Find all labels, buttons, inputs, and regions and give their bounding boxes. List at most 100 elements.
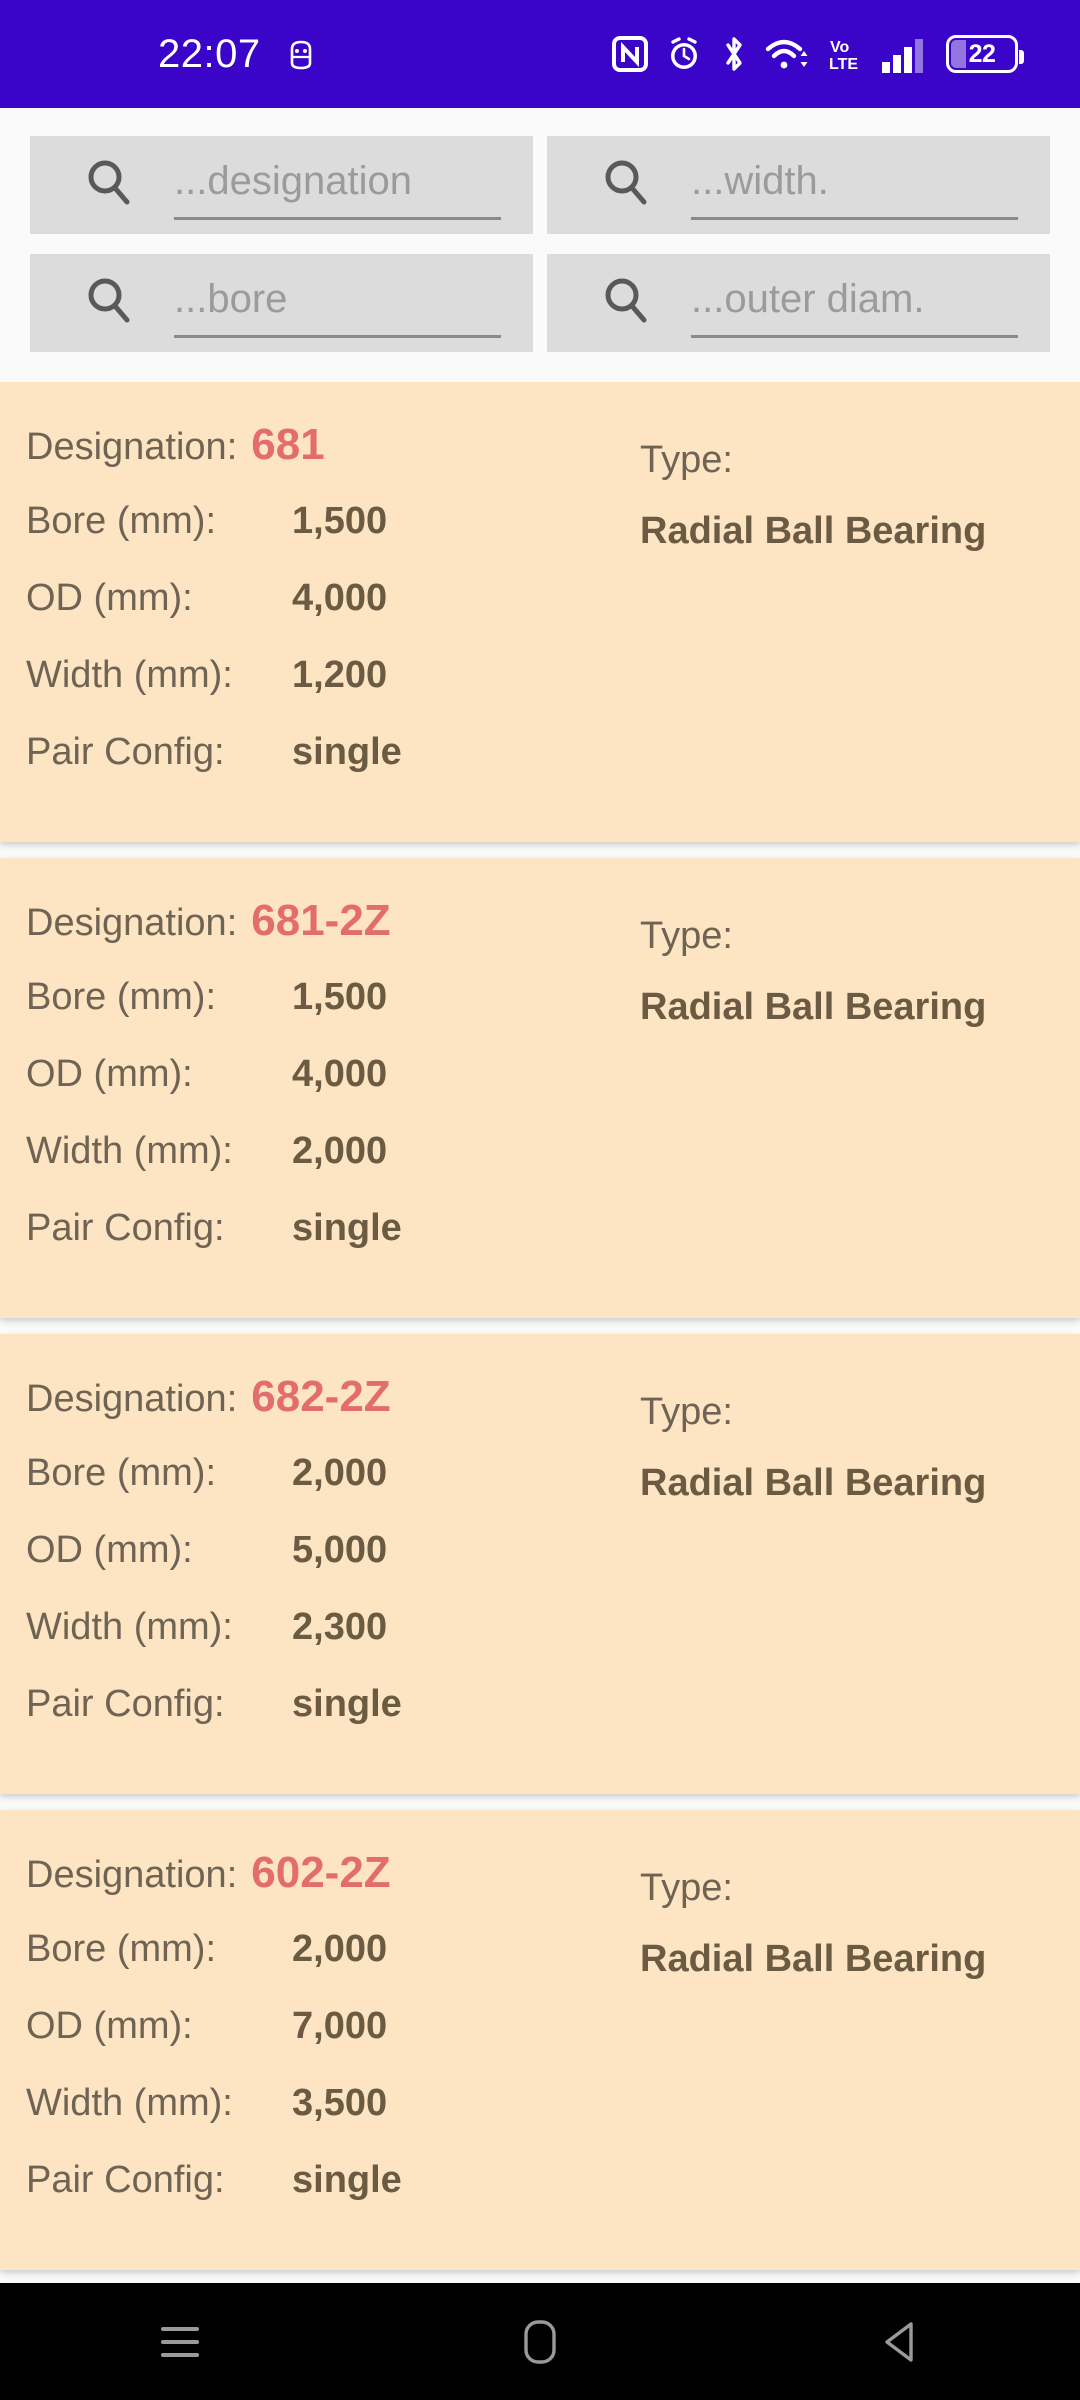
value-pair-config: single: [292, 1207, 402, 1249]
wifi-icon: [765, 35, 811, 73]
status-bar: 22:07 Vo LTE 22: [0, 0, 1080, 108]
search-field-outer-diam[interactable]: ...outer diam.: [547, 254, 1050, 352]
nfc-icon: [612, 36, 648, 72]
search-panel: ...designation ...width. ...bore ...oute…: [0, 108, 1080, 370]
volte-icon: Vo LTE: [828, 35, 864, 73]
label-pair-config: Pair Config:: [26, 2159, 225, 2201]
value-width: 2,300: [292, 1606, 388, 1648]
value-pair-config: single: [292, 2159, 402, 2201]
value-width: 2,000: [292, 1130, 388, 1172]
label-od: OD (mm):: [26, 577, 193, 619]
bearing-card-right: Type: Radial Ball Bearing: [620, 420, 1080, 808]
value-bore: 1,500: [292, 500, 388, 542]
value-bore: 2,000: [292, 1928, 388, 1970]
row-pair-config: Pair Config: single: [26, 1207, 620, 1284]
bearing-result-list[interactable]: Designation: 681 Bore (mm): 1,500 OD (mm…: [0, 382, 1080, 2282]
bearing-card[interactable]: Designation: 681 Bore (mm): 1,500 OD (mm…: [0, 382, 1080, 842]
row-pair-config: Pair Config: single: [26, 731, 620, 808]
value-type: Radial Ball Bearing: [640, 510, 987, 552]
value-designation: 681-2Z: [251, 896, 391, 945]
value-od: 4,000: [292, 1053, 388, 1095]
bearing-card-left: Designation: 602-2Z Bore (mm): 2,000 OD …: [0, 1848, 620, 2236]
android-nav-bar: [0, 2283, 1080, 2400]
row-pair-config: Pair Config: single: [26, 1683, 620, 1760]
app-screen: 22:07 Vo LTE 22 ...designation ...width.…: [0, 0, 1080, 2400]
search-input-width-wrap[interactable]: ...width.: [691, 136, 1050, 234]
search-icon: [603, 276, 649, 326]
value-od: 7,000: [292, 2005, 388, 2047]
row-width: Width (mm): 1,200: [26, 654, 620, 731]
search-field-width[interactable]: ...width.: [547, 136, 1050, 234]
value-od: 5,000: [292, 1529, 388, 1571]
recents-icon: [157, 2322, 203, 2362]
row-width: Width (mm): 3,500: [26, 2082, 620, 2159]
alarm-icon: [665, 35, 703, 73]
search-input-outer-diam[interactable]: ...outer diam.: [691, 277, 924, 322]
svg-text:Vo: Vo: [830, 39, 849, 56]
row-od: OD (mm): 4,000: [26, 577, 620, 654]
label-width: Width (mm):: [26, 1130, 233, 1172]
search-input-designation-wrap[interactable]: ...designation: [174, 136, 533, 234]
battery-fill: [951, 40, 966, 68]
search-input-bore[interactable]: ...bore: [174, 277, 287, 322]
search-field-bore[interactable]: ...bore: [30, 254, 533, 352]
search-field-designation[interactable]: ...designation: [30, 136, 533, 234]
bearing-card-right: Type: Radial Ball Bearing: [620, 896, 1080, 1284]
search-input-bore-wrap[interactable]: ...bore: [174, 254, 533, 352]
row-od: OD (mm): 7,000: [26, 2005, 620, 2082]
search-icon: [86, 158, 132, 208]
search-input-designation[interactable]: ...designation: [174, 159, 412, 204]
bearing-card[interactable]: Designation: 602-2Z Bore (mm): 2,000 OD …: [0, 1810, 1080, 2270]
label-od: OD (mm):: [26, 2005, 193, 2047]
back-button[interactable]: [800, 2283, 1000, 2400]
search-icon: [86, 276, 132, 326]
label-pair-config: Pair Config:: [26, 1207, 225, 1249]
value-type: Radial Ball Bearing: [640, 986, 987, 1028]
label-type: Type:: [640, 439, 733, 481]
label-od: OD (mm):: [26, 1053, 193, 1095]
row-od: OD (mm): 5,000: [26, 1529, 620, 1606]
value-width: 1,200: [292, 654, 388, 696]
label-width: Width (mm):: [26, 654, 233, 696]
search-row-2: ...bore ...outer diam.: [30, 254, 1050, 352]
label-designation: Designation:: [26, 426, 238, 468]
value-bore: 2,000: [292, 1452, 388, 1494]
label-bore: Bore (mm):: [26, 500, 216, 542]
status-bar-left: 22:07: [0, 32, 315, 77]
row-designation: Designation: 681: [26, 420, 620, 500]
label-type: Type:: [640, 1391, 733, 1433]
label-designation: Designation:: [26, 1854, 238, 1896]
value-designation: 681: [251, 420, 325, 469]
row-od: OD (mm): 4,000: [26, 1053, 620, 1130]
bearing-card[interactable]: Designation: 682-2Z Bore (mm): 2,000 OD …: [0, 1334, 1080, 1794]
recents-button[interactable]: [80, 2283, 280, 2400]
label-bore: Bore (mm):: [26, 1928, 216, 1970]
value-od: 4,000: [292, 577, 388, 619]
label-bore: Bore (mm):: [26, 976, 216, 1018]
label-designation: Designation:: [26, 902, 238, 944]
battery-icon: 22: [946, 35, 1024, 73]
value-width: 3,500: [292, 2082, 388, 2124]
bearing-card-left: Designation: 681-2Z Bore (mm): 1,500 OD …: [0, 896, 620, 1284]
label-designation: Designation:: [26, 1378, 238, 1420]
label-bore: Bore (mm):: [26, 1452, 216, 1494]
battery-percent: 22: [968, 39, 996, 68]
search-row-1: ...designation ...width.: [30, 136, 1050, 234]
search-input-outer-diam-wrap[interactable]: ...outer diam.: [691, 254, 1050, 352]
search-icon: [603, 158, 649, 208]
bearing-card[interactable]: Designation: 681-2Z Bore (mm): 1,500 OD …: [0, 858, 1080, 1318]
row-bore: Bore (mm): 1,500: [26, 500, 620, 577]
row-designation: Designation: 682-2Z: [26, 1372, 620, 1452]
back-icon: [879, 2319, 921, 2365]
label-width: Width (mm):: [26, 2082, 233, 2124]
label-width: Width (mm):: [26, 1606, 233, 1648]
home-button[interactable]: [440, 2283, 640, 2400]
value-pair-config: single: [292, 1683, 402, 1725]
bearing-card-left: Designation: 681 Bore (mm): 1,500 OD (mm…: [0, 420, 620, 808]
value-type: Radial Ball Bearing: [640, 1462, 987, 1504]
value-type: Radial Ball Bearing: [640, 1938, 987, 1980]
row-width: Width (mm): 2,000: [26, 1130, 620, 1207]
row-bore: Bore (mm): 2,000: [26, 1928, 620, 2005]
search-input-width[interactable]: ...width.: [691, 159, 829, 204]
bearing-card-right: Type: Radial Ball Bearing: [620, 1372, 1080, 1760]
